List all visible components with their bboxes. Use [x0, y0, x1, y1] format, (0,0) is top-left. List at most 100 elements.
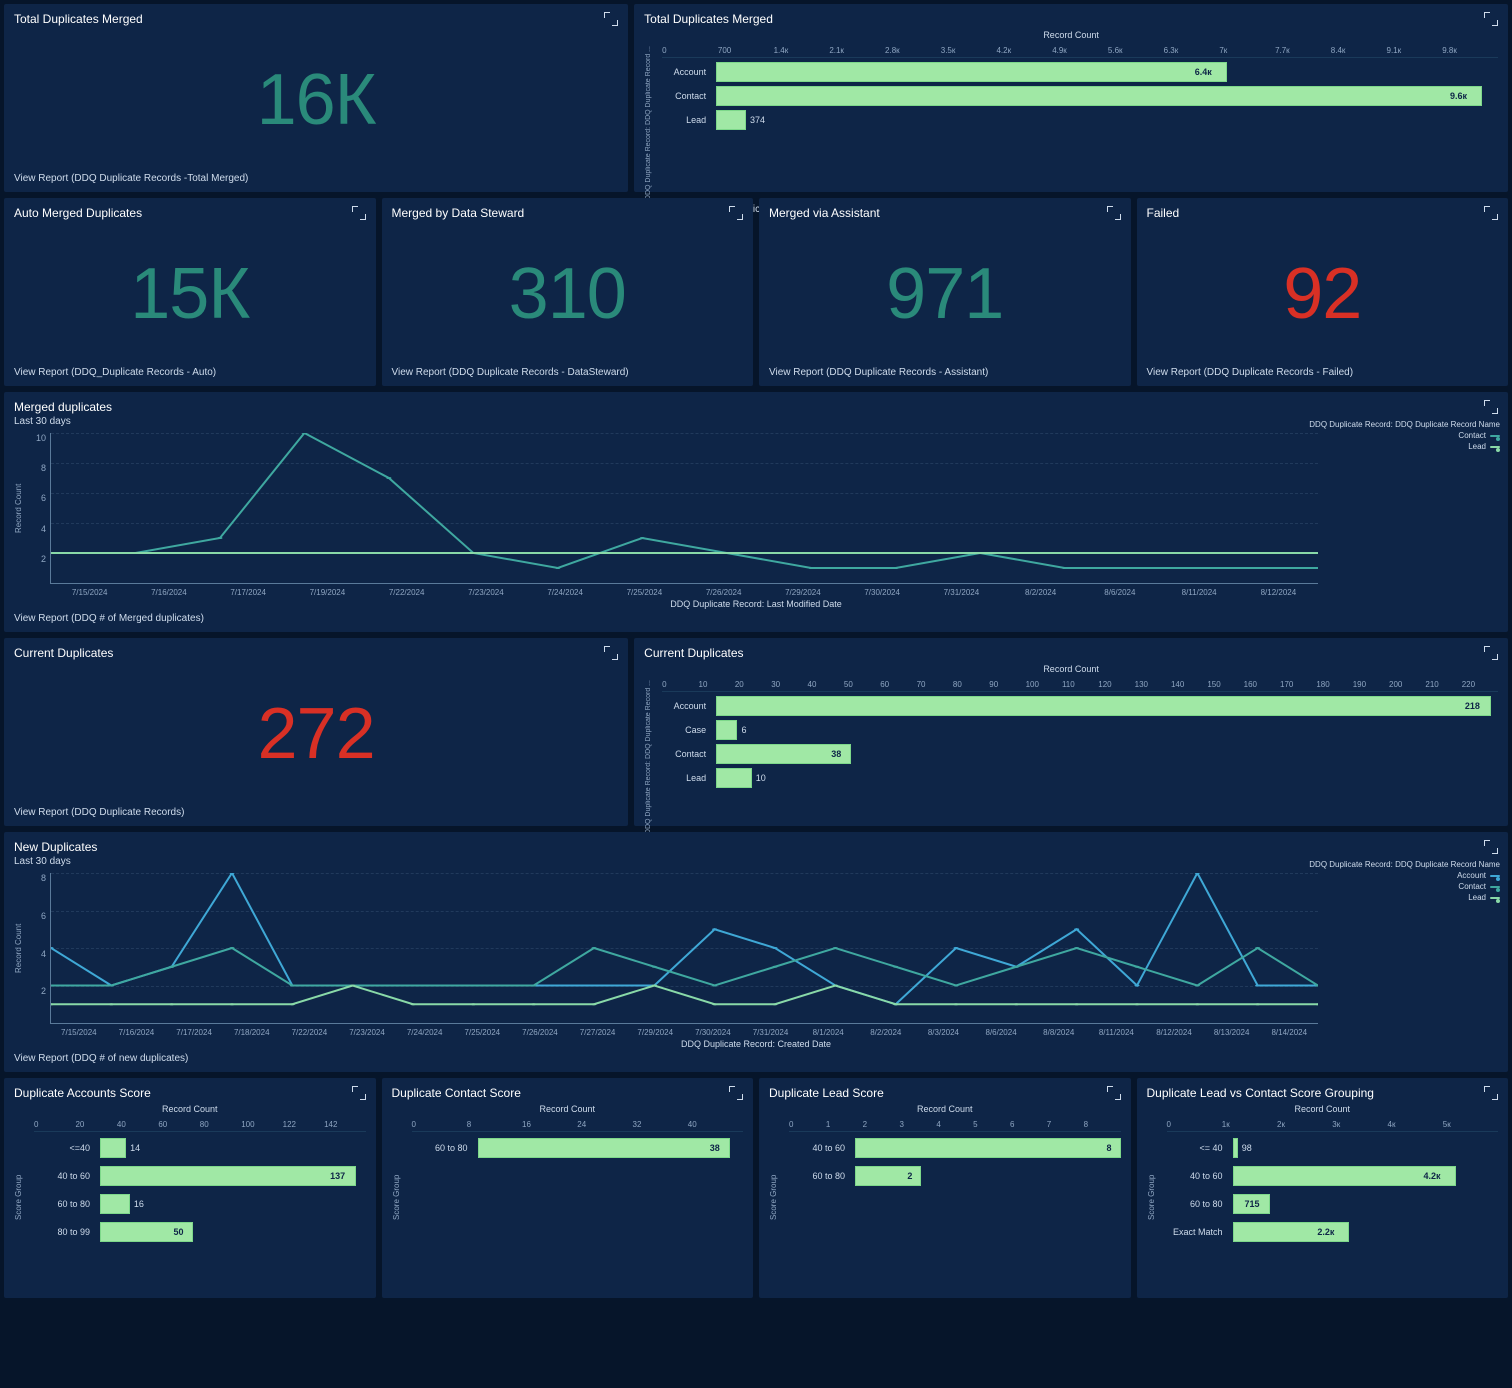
- expand-icon[interactable]: [604, 12, 618, 26]
- bar-fill[interactable]: [716, 696, 1491, 716]
- card-title: Duplicate Lead Score: [769, 1086, 884, 1100]
- bar-value-label: 2: [907, 1171, 917, 1181]
- chart-current-duplicates-bar: Current Duplicates Record Count DDQ Dupl…: [634, 638, 1508, 826]
- bar-category: 60 to 80: [34, 1199, 94, 1209]
- bar-category: 60 to 80: [1167, 1199, 1227, 1209]
- chart-total-merged-bar: Total Duplicates Merged Record Count DDQ…: [634, 4, 1508, 192]
- card-title: Duplicate Contact Score: [392, 1086, 521, 1100]
- bar-category: Contact: [662, 91, 710, 101]
- bar-value-label: 16: [134, 1199, 144, 1209]
- expand-icon[interactable]: [604, 646, 618, 660]
- bar-row: 80 to 99 50: [34, 1218, 366, 1246]
- bar-row: 60 to 802: [789, 1162, 1121, 1190]
- bar-row: 60 to 80 16: [34, 1190, 366, 1218]
- expand-icon[interactable]: [1484, 646, 1498, 660]
- expand-icon[interactable]: [1107, 1086, 1121, 1100]
- bar-row: Lead 374: [662, 108, 1498, 132]
- bar-fill[interactable]: [716, 86, 1482, 106]
- y-axis-label: Score Group: [769, 1120, 789, 1275]
- card-subtitle: Last 30 days: [14, 856, 97, 867]
- expand-icon[interactable]: [1484, 840, 1498, 854]
- card-title: Total Duplicates Merged: [14, 12, 143, 26]
- chart-contact-score: Duplicate Contact Score Record Count Sco…: [382, 1078, 754, 1298]
- view-report-link[interactable]: View Report (DDQ Duplicate Records -Tota…: [14, 173, 618, 184]
- kpi-value: 15К: [14, 224, 366, 363]
- expand-icon[interactable]: [1484, 400, 1498, 414]
- bar-category: <=40: [34, 1143, 94, 1153]
- card-title: Current Duplicates: [644, 646, 743, 660]
- bar-fill[interactable]: [478, 1138, 730, 1158]
- bar-value-label: 98: [1242, 1143, 1252, 1153]
- x-axis-label: DDQ Duplicate Record: Created Date: [14, 1039, 1498, 1049]
- card-title: Merged by Data Steward: [392, 206, 525, 220]
- expand-icon[interactable]: [1107, 206, 1121, 220]
- view-report-link[interactable]: View Report (DDQ # of new duplicates): [14, 1053, 1498, 1064]
- expand-icon[interactable]: [352, 1086, 366, 1100]
- expand-icon[interactable]: [1484, 1086, 1498, 1100]
- bar-fill[interactable]: [716, 768, 752, 788]
- card-title: Merged duplicates: [14, 400, 112, 414]
- bar-row: 60 to 8038: [412, 1134, 744, 1162]
- view-report-link[interactable]: View Report (DDQ # of Merged duplicates): [14, 613, 1498, 624]
- view-report-link[interactable]: View Report (DDQ Duplicate Records - Ass…: [769, 367, 1121, 378]
- view-report-link[interactable]: View Report (DDQ Duplicate Records): [14, 807, 618, 818]
- card-title: Duplicate Lead vs Contact Score Grouping: [1147, 1086, 1374, 1100]
- bar-category: 40 to 60: [1167, 1171, 1227, 1181]
- kpi-data-steward: Merged by Data Steward 310 View Report (…: [382, 198, 754, 386]
- kpi-assistant: Merged via Assistant 971 View Report (DD…: [759, 198, 1131, 386]
- bar-row: Exact Match2.2к: [1167, 1218, 1499, 1246]
- card-subtitle: Last 30 days: [14, 416, 112, 427]
- bar-fill[interactable]: [100, 1194, 130, 1214]
- expand-icon[interactable]: [1484, 12, 1498, 26]
- bar-fill[interactable]: [855, 1138, 1121, 1158]
- bar-fill[interactable]: [100, 1138, 126, 1158]
- view-report-link[interactable]: View Report (DDQ Duplicate Records - Dat…: [392, 367, 744, 378]
- expand-icon[interactable]: [729, 206, 743, 220]
- view-report-link[interactable]: View Report (DDQ_Duplicate Records - Aut…: [14, 367, 366, 378]
- bar-fill[interactable]: [1233, 1138, 1238, 1158]
- axis-title: Record Count: [644, 30, 1498, 40]
- axis-title: Record Count: [644, 664, 1498, 674]
- bar-value-label: 374: [750, 115, 765, 125]
- kpi-total-merged: Total Duplicates Merged 16К View Report …: [4, 4, 628, 192]
- bar-row: Case6: [662, 718, 1498, 742]
- bar-fill[interactable]: [716, 720, 737, 740]
- bar-category: 40 to 60: [34, 1171, 94, 1181]
- axis-title: Record Count: [392, 1104, 744, 1114]
- expand-icon[interactable]: [729, 1086, 743, 1100]
- bar-row: Lead10: [662, 766, 1498, 790]
- expand-icon[interactable]: [1484, 206, 1498, 220]
- bar-fill[interactable]: [1233, 1166, 1456, 1186]
- bar-category: Account: [662, 701, 710, 711]
- chart-legend: DDQ Duplicate Record: DDQ Duplicate Reco…: [1309, 420, 1500, 451]
- y-axis-label: Score Group: [392, 1120, 412, 1275]
- bar-value-label: 137: [330, 1171, 352, 1181]
- bar-value-label: 218: [1465, 701, 1487, 711]
- bar-category: 80 to 99: [34, 1227, 94, 1237]
- y-axis-label: Record Count: [14, 873, 26, 1024]
- bar-category: Lead: [662, 115, 710, 125]
- card-title: New Duplicates: [14, 840, 97, 854]
- bar-category: Exact Match: [1167, 1227, 1227, 1237]
- expand-icon[interactable]: [352, 206, 366, 220]
- kpi-value: 971: [769, 224, 1121, 363]
- bar-value-label: 8: [1107, 1143, 1117, 1153]
- kpi-value: 92: [1147, 224, 1499, 363]
- bar-category: Account: [662, 67, 710, 77]
- y-axis-label: Score Group: [14, 1120, 34, 1275]
- bar-category: Contact: [662, 749, 710, 759]
- axis-title: Record Count: [14, 1104, 366, 1114]
- bar-category: Lead: [662, 773, 710, 783]
- bar-value-label: 6.4к: [1195, 67, 1223, 77]
- bar-category: 40 to 60: [789, 1143, 849, 1153]
- chart-lead-score: Duplicate Lead Score Record Count Score …: [759, 1078, 1131, 1298]
- bar-value-label: 715: [1244, 1199, 1259, 1209]
- view-report-link[interactable]: View Report (DDQ Duplicate Records - Fai…: [1147, 367, 1499, 378]
- bar-value-label: 50: [173, 1227, 189, 1237]
- kpi-current-duplicates: Current Duplicates 272 View Report (DDQ …: [4, 638, 628, 826]
- bar-fill[interactable]: [716, 62, 1227, 82]
- chart-merged-duplicates-line: Merged duplicates Last 30 days DDQ Dupli…: [4, 392, 1508, 632]
- bar-row: Account 218: [662, 694, 1498, 718]
- bar-fill[interactable]: [716, 110, 746, 130]
- bar-fill[interactable]: [100, 1166, 356, 1186]
